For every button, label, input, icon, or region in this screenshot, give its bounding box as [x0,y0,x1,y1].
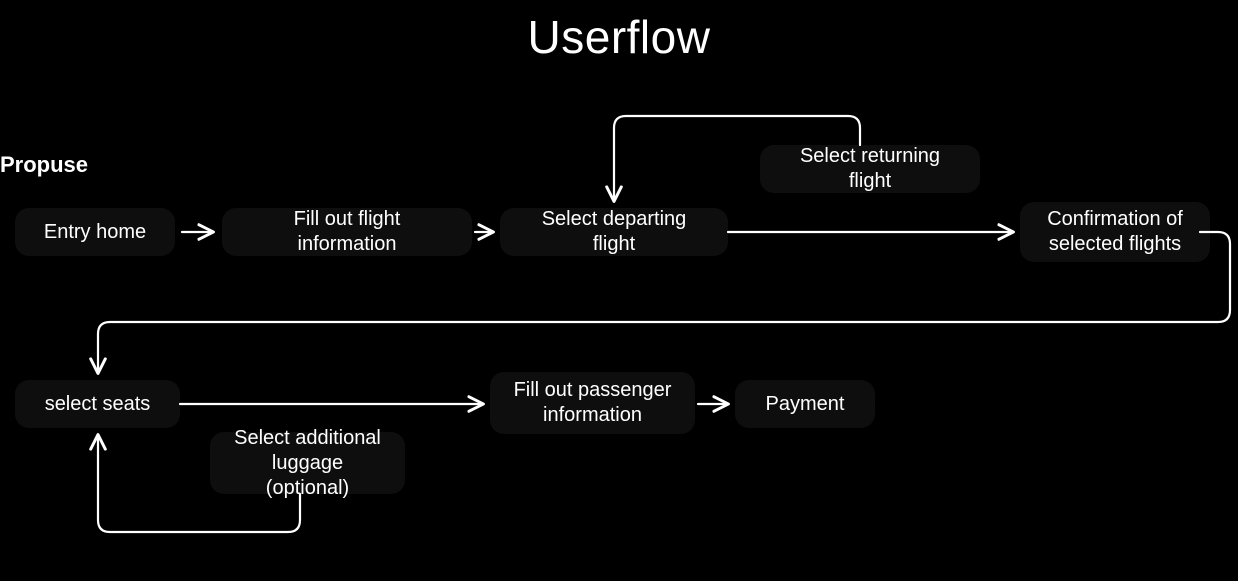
section-label: Propuse [0,152,88,178]
connectors [0,0,1238,581]
node-entry-home: Entry home [15,208,175,256]
node-fill-flight-info: Fill out flight information [222,208,472,256]
node-payment: Payment [735,380,875,428]
node-select-luggage: Select additional luggage (optional) [210,432,405,494]
node-confirmation: Confirmation of selected flights [1020,202,1210,262]
page-title: Userflow [0,10,1238,64]
node-select-seats: select seats [15,380,180,428]
node-fill-passenger: Fill out passenger information [490,372,695,434]
node-select-departing: Select departing flight [500,208,728,256]
node-select-returning: Select returning flight [760,145,980,193]
